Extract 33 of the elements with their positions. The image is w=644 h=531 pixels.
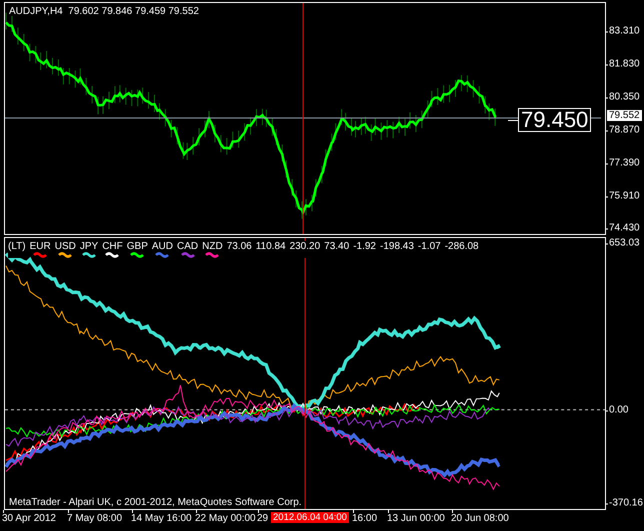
currency-name: USD (54, 241, 76, 252)
price-axis-label: 83.310 (609, 26, 640, 36)
time-axis-label: 20 Jun 08:00 (451, 513, 509, 524)
crosshair-time-label: 2012.06.04 04:00 (271, 512, 349, 523)
time-axis-label: 14 May 16:00 (131, 513, 192, 524)
time-axis-label: 29 (257, 513, 268, 524)
time-axis-label: 13 Jun 00:00 (387, 513, 445, 524)
currency-name: AUD (152, 241, 173, 252)
current-price-label: 79.552 (607, 110, 642, 121)
indicator-axis-label: 653.03 (609, 238, 640, 248)
time-axis-label: 30 Apr 2012 (2, 513, 56, 524)
crosshair-price-label: 79.450 (518, 108, 592, 132)
copyright-text: MetaTrader - Alpari UK, c 2001-2012, MetaQuotes Software Corp. (9, 497, 302, 508)
chart-header: AUDJPY,H4 79.602 79.846 79.459 79.552 (9, 6, 199, 17)
price-axis-label: 74.430 (609, 222, 640, 234)
currency-name: CAD (177, 241, 198, 252)
price-axis-label: 78.870 (609, 124, 640, 136)
currency-name: EUR (30, 241, 51, 252)
price-axis-label: 80.350 (609, 92, 640, 102)
time-axis-label: 16:00 (352, 513, 378, 524)
price-axis-label: 75.910 (609, 190, 640, 202)
indicator-axis-label: 0.00 (609, 404, 628, 416)
time-axis-label: 7 May 08:00 (67, 513, 122, 524)
price-axis-label: 81.830 (609, 58, 640, 70)
time-axis-label: 22 May 00:00 (195, 513, 256, 524)
currency-name: CHF (102, 241, 123, 252)
indicator-label: (LT) (8, 241, 26, 258)
indicator-axis-label: -370.16 (609, 498, 643, 508)
currency-name: GBP (126, 241, 148, 252)
indicator-value: 230.20 (290, 241, 320, 258)
currency-name: JPY (80, 241, 98, 252)
currency-name: NZD (202, 241, 223, 252)
price-axis-label: 77.390 (609, 158, 640, 168)
